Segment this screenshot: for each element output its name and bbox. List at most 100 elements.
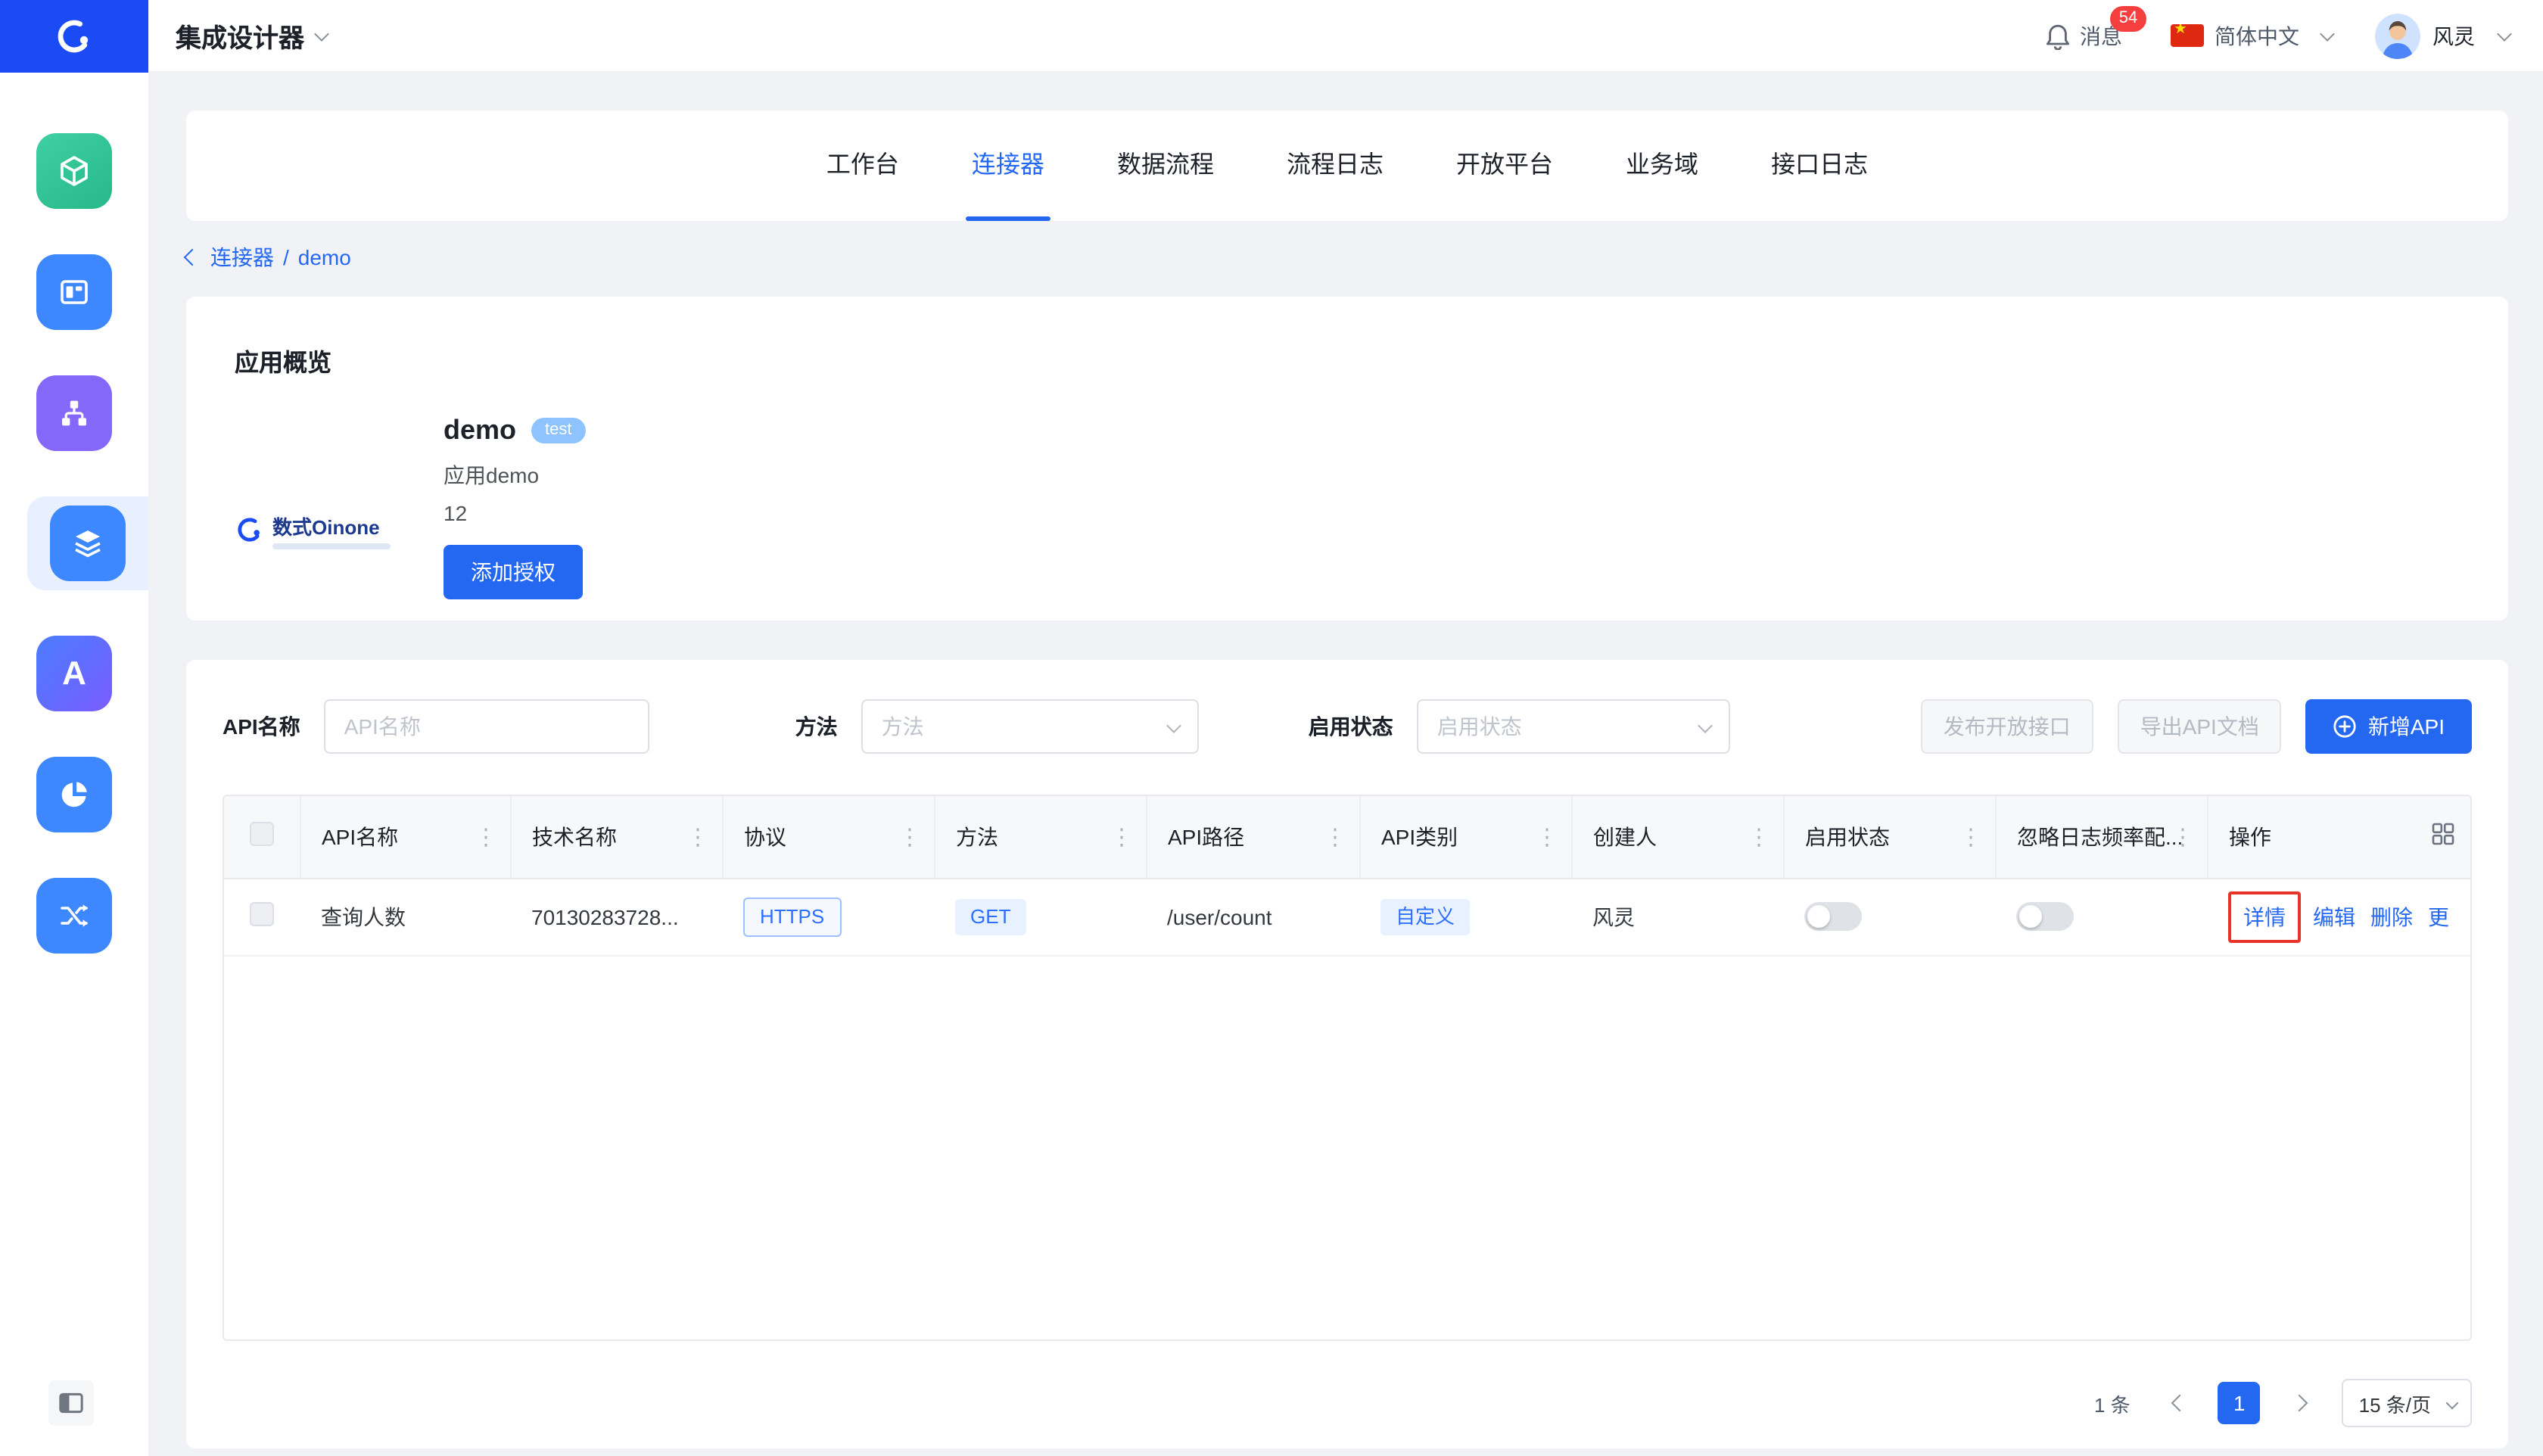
user-menu[interactable]: 风灵	[2375, 13, 2510, 58]
app-sidebar: A	[0, 73, 148, 1456]
overview-body: 数式Oinone demo test 应用demo 12 添加授权	[235, 415, 2460, 599]
breadcrumb-current: demo	[298, 245, 351, 269]
module-tabs: 工作台 连接器 数据流程 流程日志 开放平台 业务域 接口日志	[186, 110, 2508, 221]
ignore-log-toggle[interactable]	[2016, 902, 2074, 931]
api-table: API名称⋮ 技术名称⋮ 协议⋮ 方法⋮ API路径⋮ API类别⋮ 创建人⋮ …	[223, 795, 2472, 1341]
page-number-current[interactable]: 1	[2218, 1382, 2261, 1424]
breadcrumb: 连接器 / demo	[186, 242, 351, 272]
language-label: 简体中文	[2215, 20, 2299, 51]
tab-flow-log[interactable]: 流程日志	[1287, 110, 1384, 221]
messages-badge: 54	[2110, 5, 2146, 31]
overview-section-title: 应用概览	[235, 342, 2460, 378]
more-link[interactable]: 更	[2428, 904, 2449, 929]
pie-chart-icon	[36, 757, 112, 832]
app-count: 12	[444, 501, 586, 525]
method-select[interactable]: 方法	[862, 699, 1200, 754]
tab-api-log[interactable]: 接口日志	[1771, 110, 1868, 221]
col-header-category: API类别⋮	[1359, 796, 1571, 878]
panel-collapse-icon	[56, 1388, 86, 1418]
app-description: 应用demo	[444, 460, 586, 490]
add-api-button[interactable]: 新增API	[2306, 699, 2472, 754]
column-menu-icon[interactable]: ⋮	[1742, 820, 1776, 854]
table-row: 查询人数 70130283728... HTTPS GET /user/coun…	[224, 878, 2470, 955]
toolbar-buttons: 发布开放接口 导出API文档 新增API	[1921, 699, 2472, 754]
annotation-highlight-box: 详情	[2228, 891, 2301, 942]
language-switcher[interactable]: ★ 简体中文	[2171, 20, 2333, 51]
detail-link[interactable]: 详情	[2243, 904, 2286, 929]
org-chart-icon	[36, 375, 112, 451]
messages-button[interactable]: 消息 54	[2045, 20, 2122, 51]
env-badge: test	[531, 418, 585, 443]
breadcrumb-parent[interactable]: 连接器	[210, 242, 274, 272]
publish-open-api-button[interactable]: 发布开放接口	[1921, 699, 2093, 754]
col-header-method: 方法⋮	[934, 796, 1146, 878]
add-authorization-button[interactable]: 添加授权	[444, 545, 583, 599]
header-right: 消息 54 ★ 简体中文 风灵	[2045, 13, 2543, 58]
row-checkbox[interactable]	[250, 902, 274, 926]
sidebar-item-interface[interactable]	[0, 254, 148, 330]
cell-tech-name: 70130283728...	[510, 878, 722, 955]
cell-api-name: 查询人数	[300, 878, 510, 955]
delete-link[interactable]: 删除	[2370, 904, 2413, 929]
sidebar-item-ai[interactable]: A	[0, 636, 148, 711]
enabled-toggle[interactable]	[1804, 902, 1862, 931]
api-list-card: API名称 方法 方法 启用状态 启用状态 发布开放接口 导出API文档	[186, 660, 2508, 1448]
column-menu-icon[interactable]: ⋮	[1104, 820, 1139, 854]
breadcrumb-separator: /	[283, 245, 289, 269]
app-title[interactable]: 集成设计器	[176, 17, 327, 54]
back-chevron-icon[interactable]	[184, 249, 201, 266]
column-menu-icon[interactable]: ⋮	[468, 820, 503, 854]
tab-open-platform[interactable]: 开放平台	[1456, 110, 1553, 221]
app-name: demo	[444, 415, 516, 446]
prev-page-button[interactable]	[2156, 1382, 2199, 1424]
column-menu-icon[interactable]: ⋮	[1530, 820, 1564, 854]
username-label: 风灵	[2433, 20, 2475, 51]
cell-creator: 风灵	[1571, 878, 1783, 955]
chevron-down-icon	[1167, 718, 1182, 733]
tab-connector[interactable]: 连接器	[972, 110, 1044, 221]
tab-business-domain[interactable]: 业务域	[1626, 110, 1698, 221]
chevron-down-icon	[2497, 26, 2512, 41]
layers-icon	[50, 506, 126, 581]
select-all-checkbox[interactable]	[250, 823, 274, 847]
method-tag: GET	[955, 898, 1026, 935]
sidebar-item-integration-active[interactable]	[27, 496, 148, 590]
col-header-api-name: API名称⋮	[300, 796, 510, 878]
column-menu-icon[interactable]: ⋮	[892, 820, 927, 854]
shuffle-icon	[36, 878, 112, 954]
api-name-input[interactable]	[325, 699, 650, 754]
col-header-protocol: 协议⋮	[722, 796, 934, 878]
column-menu-icon[interactable]: ⋮	[2165, 820, 2200, 854]
sidebar-item-process[interactable]	[0, 375, 148, 451]
col-header-creator: 创建人⋮	[1571, 796, 1783, 878]
column-menu-icon[interactable]: ⋮	[1953, 820, 1988, 854]
bell-icon	[2045, 22, 2071, 49]
sidebar-item-analytics[interactable]	[0, 757, 148, 832]
page-size-select[interactable]: 15 条/页	[2342, 1379, 2472, 1427]
avatar	[2375, 13, 2420, 58]
sidebar-item-routing[interactable]	[0, 878, 148, 954]
column-menu-icon[interactable]: ⋮	[1318, 820, 1352, 854]
brand-logo-tile[interactable]	[0, 0, 148, 72]
edit-link[interactable]: 编辑	[2313, 904, 2355, 929]
sidebar-collapse-button[interactable]	[48, 1380, 94, 1426]
status-filter-label: 启用状态	[1309, 711, 1393, 742]
tab-data-flow[interactable]: 数据流程	[1117, 110, 1214, 221]
cube-icon	[36, 133, 112, 209]
protocol-tag: HTTPS	[743, 897, 841, 936]
cell-api-path: /user/count	[1146, 878, 1359, 955]
sidebar-item-model[interactable]	[0, 133, 148, 209]
column-menu-icon[interactable]: ⋮	[680, 820, 715, 854]
pagination: 1 条 1 15 条/页	[2094, 1379, 2472, 1427]
top-header: 集成设计器 消息 54 ★ 简体中文	[0, 0, 2543, 73]
next-page-button[interactable]	[2280, 1382, 2323, 1424]
status-select[interactable]: 启用状态	[1418, 699, 1731, 754]
export-api-doc-button[interactable]: 导出API文档	[2118, 699, 2282, 754]
chevron-down-icon	[1698, 718, 1713, 733]
tab-workbench[interactable]: 工作台	[826, 110, 899, 221]
method-filter-label: 方法	[795, 711, 838, 742]
column-settings-icon[interactable]	[2431, 822, 2455, 854]
pagination-total: 1 条	[2094, 1389, 2131, 1417]
chevron-down-icon	[2446, 1397, 2459, 1410]
page-size-value: 15 条/页	[2359, 1389, 2431, 1417]
